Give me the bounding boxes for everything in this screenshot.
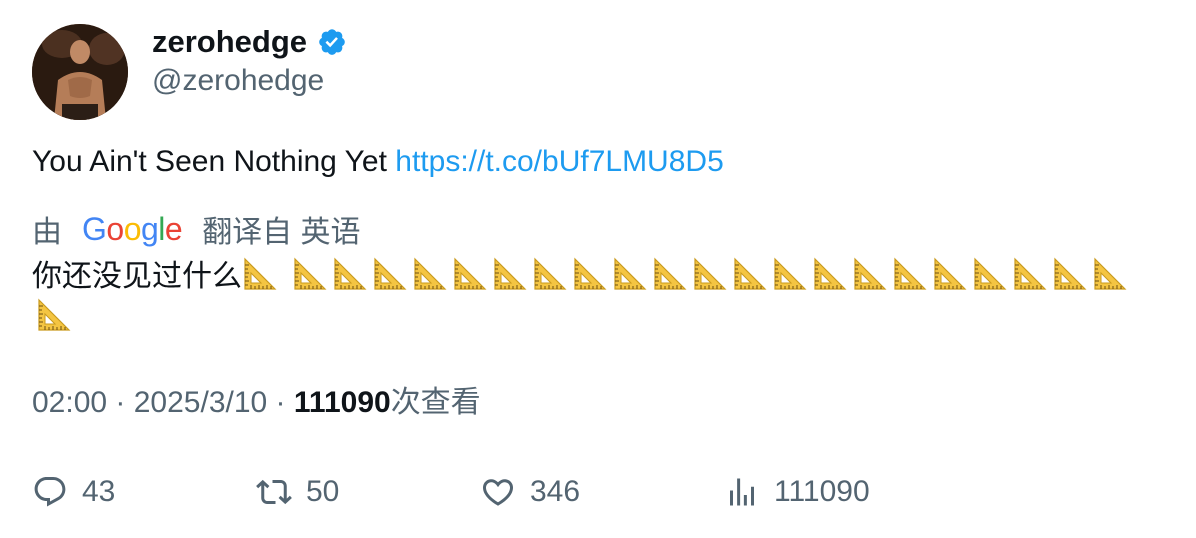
- meta-separator: ·: [107, 386, 134, 419]
- handle[interactable]: @zerohedge: [152, 63, 324, 99]
- reply-button[interactable]: 43: [32, 470, 115, 514]
- views-count: 111090: [293, 386, 391, 419]
- triangular-ruler-icon: [774, 257, 807, 290]
- triangular-ruler-icon: [1054, 257, 1087, 290]
- tweet-text: You Ain't Seen Nothing Yet https://t.co/…: [32, 144, 724, 180]
- tweet-link[interactable]: https://t.co/bUf7LMU8D5: [395, 145, 723, 178]
- retweet-icon: [256, 479, 292, 505]
- triangular-ruler-icon: [294, 257, 327, 290]
- action-bar: 43 50 346 111090: [32, 470, 1172, 514]
- triangular-ruler-icon: [414, 257, 447, 290]
- verified-badge-icon: [319, 29, 345, 55]
- triangular-ruler-icon: [934, 257, 967, 290]
- meta-separator: ·: [267, 386, 294, 419]
- tweet-time[interactable]: 02:00: [32, 386, 107, 419]
- heart-icon: [482, 479, 514, 506]
- google-logo[interactable]: Google: [82, 211, 183, 248]
- views-label: 次查看: [390, 386, 481, 419]
- retweet-count: 50: [306, 475, 340, 508]
- tweet-meta: 02:00 · 2025/3/10 · 111090次查看: [32, 385, 481, 421]
- reply-count: 43: [82, 475, 116, 508]
- translated-from-label: 翻译自 英语: [202, 216, 361, 249]
- triangular-ruler-icon: [974, 257, 1007, 290]
- triangular-ruler-icon: [654, 257, 687, 290]
- views-action-count: 111090: [774, 475, 870, 508]
- triangular-ruler-icon: [694, 257, 727, 290]
- triangular-ruler-icon: [454, 257, 487, 290]
- triangular-ruler-icon: [1014, 257, 1047, 290]
- display-name[interactable]: zerohedge: [152, 24, 347, 60]
- triangular-ruler-icon: [334, 257, 367, 290]
- triangular-ruler-icon: [38, 298, 71, 331]
- like-count: 346: [530, 475, 581, 508]
- tweet-body: You Ain't Seen Nothing Yet: [32, 145, 396, 178]
- triangular-ruler-icon: [814, 257, 847, 290]
- reply-icon: [34, 477, 66, 507]
- avatar[interactable]: [32, 24, 128, 120]
- triangular-ruler-icon: [494, 257, 527, 290]
- triangular-ruler-icon: [574, 257, 607, 290]
- views-button[interactable]: 111090: [724, 470, 870, 514]
- tweet-date[interactable]: 2025/3/10: [134, 386, 267, 419]
- triangular-ruler-icon: [244, 257, 277, 290]
- translation-attribution: 由 Google 翻译自 英语: [32, 209, 361, 250]
- translated-text: 你还没见过什么: [32, 256, 1162, 338]
- triangular-ruler-icon: [854, 257, 887, 290]
- translated-by-label: 由: [32, 216, 62, 249]
- triangular-ruler-icon: [374, 257, 407, 290]
- avatar-image: [32, 24, 128, 120]
- triangular-ruler-icon: [534, 257, 567, 290]
- triangular-ruler-icon: [1094, 257, 1127, 290]
- analytics-icon: [730, 478, 754, 506]
- retweet-button[interactable]: 50: [256, 470, 339, 514]
- triangular-ruler-icon: [614, 257, 647, 290]
- translated-text-body: 你还没见过什么: [32, 260, 242, 293]
- like-button[interactable]: 346: [480, 470, 580, 514]
- triangular-ruler-icon: [734, 257, 767, 290]
- display-name-text: zerohedge: [152, 24, 308, 59]
- triangular-ruler-icon: [894, 257, 927, 290]
